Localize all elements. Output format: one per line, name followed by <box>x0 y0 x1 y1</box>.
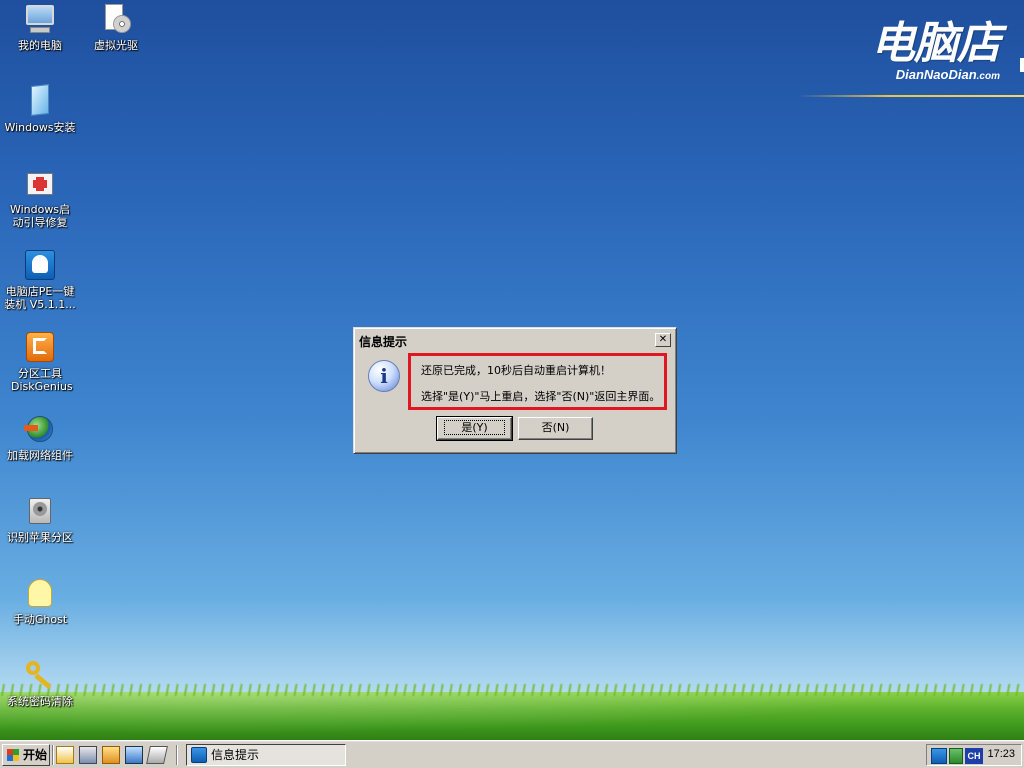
message-line-1: 还原已完成，10秒后自动重启计算机！ <box>421 364 611 377</box>
task-label: 信息提示 <box>211 748 260 762</box>
message-line-2: 选择"是(Y)"马上重启，选择"否(N)"返回主界面。 <box>421 390 661 403</box>
close-icon: ✕ <box>658 334 668 345</box>
harddisk-icon <box>24 495 56 527</box>
folder-icon[interactable] <box>102 746 120 764</box>
desktop-icon-virtual-cd[interactable]: 虚拟光驱 <box>76 3 156 52</box>
desktop-icon-diskgenius[interactable]: 分区工具DiskGenius <box>0 331 80 393</box>
dialog-title: 信息提示 <box>359 335 408 349</box>
desktop-icon-my-computer[interactable]: 我的电脑 <box>0 3 80 52</box>
brand-logo: 电脑店 DianNaoDian.com <box>871 18 1001 83</box>
explorer-icon[interactable] <box>56 746 74 764</box>
taskbar-task-info-dialog[interactable]: 信息提示 <box>186 744 346 766</box>
ghost-icon <box>24 577 56 609</box>
dialog-close-button[interactable]: ✕ <box>655 333 671 347</box>
virtual-cd-icon <box>100 3 132 35</box>
clock[interactable]: 17:23 <box>987 748 1015 760</box>
eraser-icon[interactable] <box>146 746 168 764</box>
app-icon <box>191 747 207 763</box>
desktop-icon-network[interactable]: 加载网络组件 <box>0 413 80 462</box>
desktop-icon-password-clear[interactable]: 系统密码清除 <box>0 659 80 708</box>
desktop-icon-ghost[interactable]: 手动Ghost <box>0 577 80 626</box>
pe-installer-icon <box>24 249 56 281</box>
printer-icon[interactable] <box>79 746 97 764</box>
windows-flag-icon <box>7 749 19 761</box>
brand-name-cn: 电脑店 <box>871 18 1001 69</box>
pe-tray-icon[interactable] <box>931 748 947 764</box>
taskbar-separator <box>176 745 178 765</box>
brand-name-en: DianNaoDian.com <box>895 67 1000 82</box>
info-icon: i <box>368 360 400 392</box>
desktop-icon-boot-repair[interactable]: Windows启动引导修复 <box>0 167 80 229</box>
yes-button-label: 是(Y) <box>444 420 505 435</box>
start-button[interactable]: 开始 <box>2 744 50 766</box>
desktop-icon-windows-install[interactable]: Windows安装 <box>0 84 80 134</box>
key-icon <box>24 659 56 691</box>
diskgenius-icon <box>24 331 56 363</box>
display-icon[interactable] <box>125 746 143 764</box>
computer-icon <box>24 3 56 35</box>
windows-install-icon <box>24 84 56 117</box>
brand-divider <box>798 95 1024 97</box>
desktop-icon-apple-partition[interactable]: 识别苹果分区 <box>0 495 80 544</box>
no-button[interactable]: 否(N) <box>518 417 593 440</box>
ime-indicator[interactable]: CH <box>965 748 983 764</box>
boot-repair-icon <box>24 167 56 199</box>
start-label: 开始 <box>23 748 48 762</box>
taskbar-separator <box>52 745 54 765</box>
message-highlight-box: 还原已完成，10秒后自动重启计算机！ 选择"是(Y)"马上重启，选择"否(N)"… <box>408 353 667 410</box>
system-tray: CH 17:23 <box>926 744 1022 766</box>
network-icon <box>24 413 56 445</box>
grass-background <box>0 692 1024 740</box>
desktop-icon-pe-installer[interactable]: 电脑店PE一键装机 V5.1.1... <box>0 249 80 311</box>
desktop-edge-marker <box>1020 58 1024 72</box>
info-dialog: 信息提示 ✕ i 还原已完成，10秒后自动重启计算机！ 选择"是(Y)"马上重启… <box>353 327 677 454</box>
dialog-titlebar[interactable]: 信息提示 ✕ <box>356 330 674 349</box>
taskbar: 开始 信息提示 CH 17:23 <box>0 740 1024 768</box>
network-tray-icon[interactable] <box>949 748 963 764</box>
yes-button[interactable]: 是(Y) <box>436 416 513 441</box>
